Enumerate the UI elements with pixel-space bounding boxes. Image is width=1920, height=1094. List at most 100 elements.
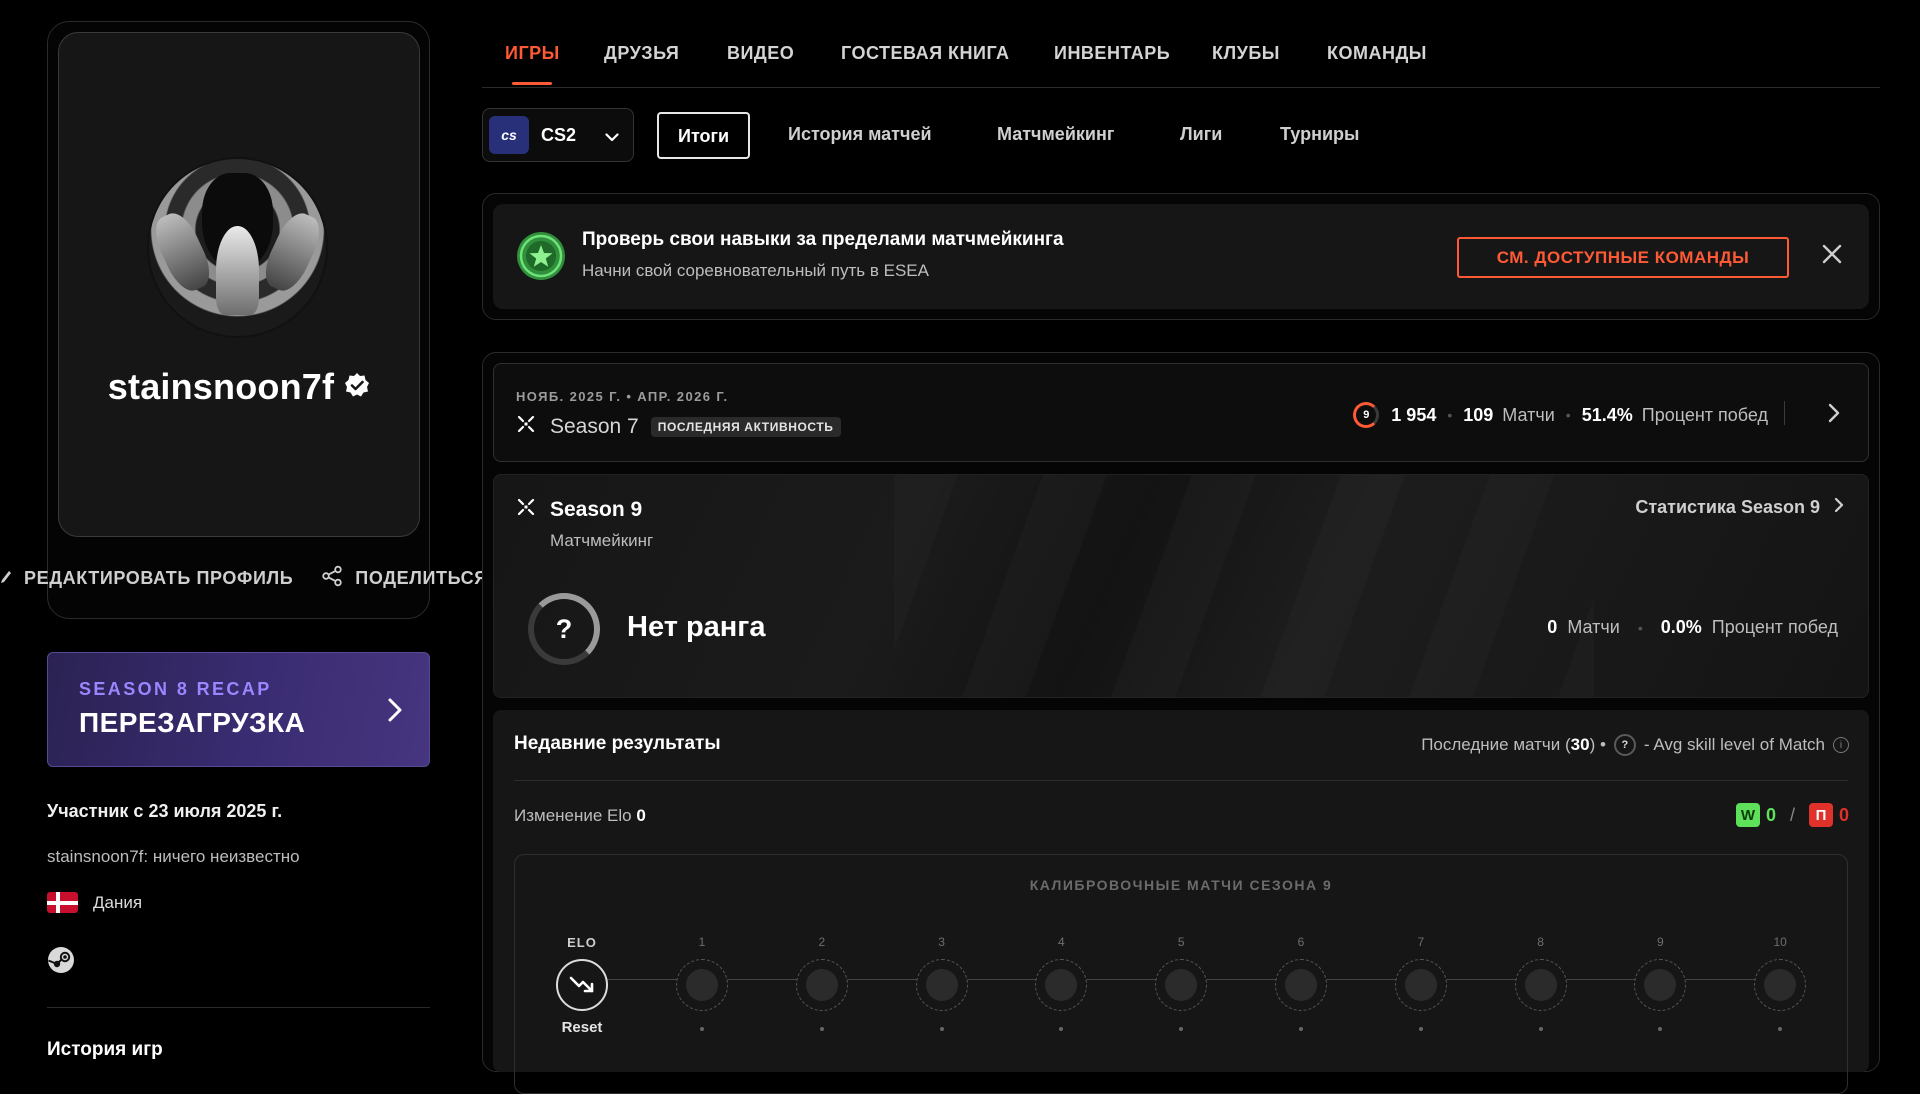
season-icon [516, 414, 550, 440]
calibration-step: 1 [675, 935, 729, 1031]
promo-banner: Проверь свои навыки за пределами матчмей… [493, 204, 1869, 309]
calibration-step-circle [1035, 959, 1088, 1011]
denmark-flag-icon [47, 892, 78, 913]
calibration-step-number: 2 [818, 935, 826, 949]
season-7-elo: 1 954 [1391, 404, 1437, 425]
avatar[interactable] [147, 157, 328, 338]
calibration-step-circle [1514, 959, 1567, 1011]
calibration-step-dot [1778, 1027, 1783, 1031]
calibration-step-dot [819, 1027, 824, 1031]
calibration-step-circle [1634, 959, 1687, 1011]
calibration-step: 2 [795, 935, 849, 1031]
tab-guestbook[interactable]: ГОСТЕВАЯ КНИГА [841, 43, 1010, 64]
chevron-right-icon [387, 697, 403, 728]
main-tabs: ИГРЫ ДРУЗЬЯ ВИДЕО ГОСТЕВАЯ КНИГА ИНВЕНТА… [482, 40, 1880, 88]
star-badge-icon [515, 230, 567, 287]
calibration-step-circle [915, 959, 968, 1011]
share-icon [321, 565, 355, 592]
recent-results-meta: Последние матчи (30) • ? - Avg skill lev… [1421, 734, 1849, 756]
steam-icon[interactable] [47, 946, 75, 979]
tab-inventory[interactable]: ИНВЕНТАРЬ [1054, 43, 1170, 64]
share-button[interactable]: ПОДЕЛИТЬСЯ [321, 565, 488, 592]
tab-teams[interactable]: КОМАНДЫ [1327, 43, 1427, 64]
promo-subtitle: Начни свой соревновательный путь в ESEA [582, 261, 929, 280]
calibration-step-number: 4 [1058, 935, 1065, 949]
season-9-matches-label: Матчи [1567, 617, 1620, 637]
calibration-step: 6 [1274, 935, 1328, 1031]
season-9-mode: Матчмейкинг [550, 531, 654, 550]
edit-profile-button[interactable]: РЕДАКТИРОВАТЬ ПРОФИЛЬ [0, 568, 293, 589]
calibration-step-number: 3 [938, 935, 945, 949]
share-label: ПОДЕЛИТЬСЯ [355, 567, 488, 588]
calibration-step-circle [1754, 959, 1807, 1011]
calibration-step: 7 [1394, 935, 1448, 1031]
calibration-step-dot [1299, 1027, 1303, 1031]
member-since: Участник с 23 июля 2025 г. [47, 801, 283, 821]
calibration-step-number: 10 [1773, 935, 1787, 949]
info-icon[interactable]: i [1833, 737, 1849, 753]
chevron-right-icon[interactable] [1828, 403, 1840, 428]
subtab-tournaments[interactable]: Турниры [1280, 112, 1359, 159]
season-9-title: Season 9 [516, 497, 642, 523]
season-9-card: Season 9 Матчмейкинг Статистика Season 9… [493, 474, 1869, 698]
cs2-logo-icon: cs [489, 116, 529, 154]
elo-label: ELO [567, 935, 597, 950]
chevron-right-icon [1820, 497, 1844, 518]
close-icon[interactable] [1822, 244, 1842, 269]
calibration-step-circle [1394, 959, 1447, 1011]
country: Дания [47, 892, 142, 913]
win-badge: W [1735, 803, 1760, 827]
last-matches-count: 30 [1570, 735, 1590, 754]
season-7-winrate-label: Процент побед [1641, 404, 1768, 425]
calibration-step-number: 5 [1177, 935, 1185, 949]
loss-badge: П [1808, 803, 1833, 827]
trend-down-icon [556, 959, 608, 1011]
elo-change-value: 0 [636, 806, 646, 825]
profile-bio: stainsnoon7f: ничего неизвестно [47, 847, 300, 866]
elo-reset-step: ELO Reset [555, 935, 609, 1036]
tab-clubs[interactable]: КЛУБЫ [1212, 43, 1280, 64]
calibration-step-number: 1 [698, 935, 706, 949]
season-9-stats: 0 Матчи • 0.0% Процент побед [1547, 617, 1838, 637]
game-selector[interactable]: cs CS2 [482, 108, 634, 162]
wins-count: 0 [1765, 804, 1776, 825]
divider [514, 780, 1848, 781]
see-available-teams-button[interactable]: СМ. ДОСТУПНЫЕ КОМАНДЫ [1457, 237, 1789, 278]
calibration-step-dot [939, 1027, 944, 1031]
recent-results-title: Недавние результаты [514, 733, 721, 754]
season-9-matches-value: 0 [1547, 617, 1558, 637]
subtab-matchmaking[interactable]: Матчмейкинг [997, 112, 1114, 159]
calibration-step-circle [676, 959, 728, 1011]
calibration-step: 3 [915, 935, 969, 1031]
chevron-down-icon [605, 129, 619, 147]
season-9-winrate-label: Процент побед [1711, 617, 1838, 637]
calibration-step-dot [1059, 1027, 1064, 1031]
season-9-stats-link[interactable]: Статистика Season 9 [1635, 497, 1844, 518]
subtab-match-history[interactable]: История матчей [788, 112, 932, 159]
calibration-step-dot [700, 1027, 704, 1031]
season-recap-card[interactable]: SEASON 8 RECAP ПЕРЕЗАГРУЗКА [47, 652, 430, 767]
username-text: stainsnoon7f [107, 366, 335, 407]
season-7-row[interactable]: НОЯБ. 2025 Г. • АПР. 2026 Г. Season 7 ПО… [493, 363, 1869, 462]
tab-videos[interactable]: ВИДЕО [727, 43, 794, 64]
calibration-step: 9 [1633, 935, 1687, 1031]
reset-label: Reset [561, 1019, 603, 1036]
calibration-step: 4 [1034, 935, 1088, 1031]
calibration-step-dot [1179, 1027, 1184, 1031]
subtab-overview[interactable]: Итоги [657, 112, 751, 159]
calibration-step-dot [1658, 1027, 1663, 1031]
tab-friends[interactable]: ДРУЗЬЯ [604, 43, 679, 64]
calibration-step-circle [1155, 959, 1208, 1011]
calibration-step-dot [1538, 1027, 1543, 1031]
calibration-step-number: 9 [1657, 935, 1664, 949]
tab-games[interactable]: ИГРЫ [505, 43, 560, 64]
skill-level-icon: ? [1613, 734, 1636, 756]
calibration-step: 10 [1753, 935, 1807, 1031]
subtab-leagues[interactable]: Лиги [1180, 112, 1222, 159]
calibration-step-dot [1418, 1027, 1423, 1031]
recap-subtitle: SEASON 8 RECAP [79, 679, 272, 699]
season-7-matches-label: Матчи [1502, 404, 1555, 425]
calibration-step: 8 [1514, 935, 1568, 1031]
season-7-title: Season 7 ПОСЛЕДНЯЯ АКТИВНОСТЬ [516, 414, 841, 440]
season-7-dates: НОЯБ. 2025 Г. • АПР. 2026 Г. [516, 389, 729, 404]
